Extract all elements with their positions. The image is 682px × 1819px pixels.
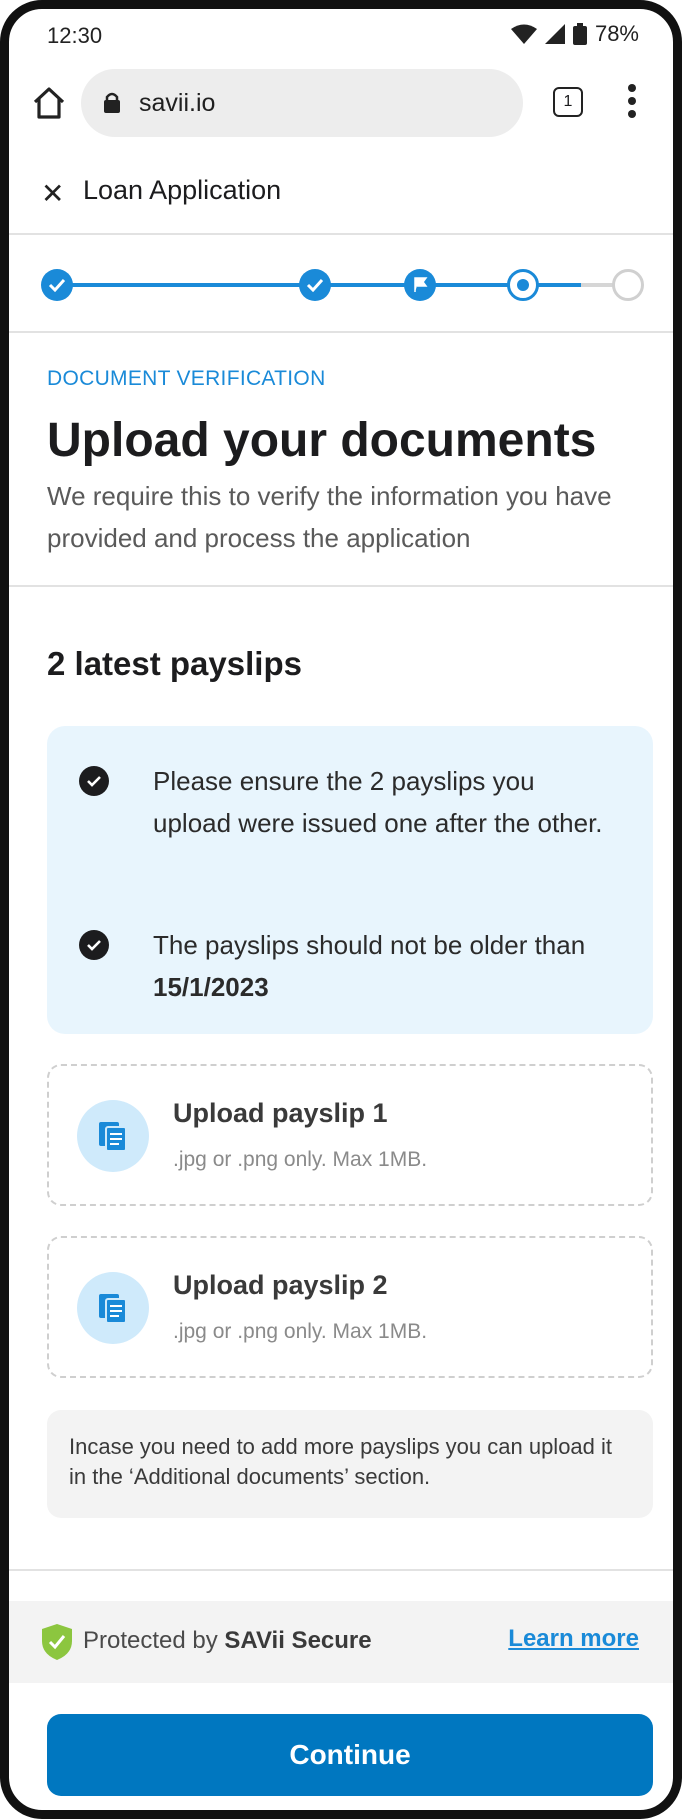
step-4-current bbox=[507, 269, 539, 301]
shield-check-icon bbox=[42, 1624, 72, 1660]
intro-section: DOCUMENT VERIFICATION Upload your docume… bbox=[9, 335, 673, 587]
upload-label: Upload payslip 1 bbox=[173, 1098, 388, 1128]
phone-frame: 12:30 78% savii.io 1 ✕ Loan Application bbox=[0, 0, 682, 1819]
payslip-requirements: Please ensure the 2 payslips you upload … bbox=[47, 726, 653, 1034]
flag-icon bbox=[414, 277, 428, 292]
secure-brand: SAVii Secure bbox=[224, 1627, 372, 1654]
status-time: 12:30 bbox=[47, 23, 103, 48]
browser-toolbar: savii.io 1 bbox=[9, 65, 673, 143]
step-3-flag bbox=[404, 269, 436, 301]
page-title: Loan Application bbox=[83, 175, 282, 205]
step-5-pending bbox=[612, 269, 644, 301]
battery-icon bbox=[572, 23, 587, 45]
secure-text: Protected by SAVii Secure bbox=[83, 1627, 372, 1655]
app-header: ✕ Loan Application bbox=[9, 157, 673, 235]
requirement-date: 15/1/2023 bbox=[153, 972, 269, 1002]
continue-button[interactable]: Continue bbox=[47, 1714, 653, 1796]
secure-banner: Protected by SAVii Secure Learn more bbox=[9, 1601, 673, 1683]
page-heading: Upload your documents bbox=[47, 414, 597, 467]
upload-hint: .jpg or .png only. Max 1MB. bbox=[173, 1148, 428, 1171]
check-icon bbox=[306, 278, 324, 292]
requirement-text-prefix: The payslips should not be older than bbox=[153, 930, 586, 960]
more-menu-icon[interactable] bbox=[627, 83, 637, 119]
check-icon bbox=[48, 278, 66, 292]
wifi-icon bbox=[510, 24, 537, 44]
upload-payslip-2[interactable]: Upload payslip 2 .jpg or .png only. Max … bbox=[47, 1236, 653, 1378]
upload-payslip-1[interactable]: Upload payslip 1 .jpg or .png only. Max … bbox=[47, 1064, 653, 1206]
close-icon[interactable]: ✕ bbox=[41, 177, 64, 210]
check-circle-icon bbox=[79, 930, 109, 960]
status-bar: 12:30 78% bbox=[9, 9, 673, 65]
requirement-item: The payslips should not be older than 15… bbox=[79, 924, 609, 1008]
additional-docs-note: Incase you need to add more payslips you… bbox=[47, 1410, 653, 1518]
section-eyebrow: DOCUMENT VERIFICATION bbox=[47, 367, 326, 390]
step-2-complete bbox=[299, 269, 331, 301]
document-icon bbox=[77, 1100, 149, 1172]
page-subtitle: We require this to verify the informatio… bbox=[47, 481, 612, 553]
requirement-text: Please ensure the 2 payslips you upload … bbox=[153, 766, 603, 838]
upload-label: Upload payslip 2 bbox=[173, 1270, 388, 1300]
divider bbox=[9, 1569, 673, 1571]
step-1-complete bbox=[41, 269, 73, 301]
payslips-title: 2 latest payslips bbox=[47, 645, 302, 682]
url-text: savii.io bbox=[139, 89, 216, 117]
learn-more-link[interactable]: Learn more bbox=[508, 1625, 639, 1653]
requirement-text: The payslips should not be older than 15… bbox=[153, 924, 609, 1008]
tab-switcher-button[interactable]: 1 bbox=[553, 87, 583, 117]
check-circle-icon bbox=[79, 766, 109, 796]
home-icon[interactable] bbox=[29, 83, 69, 123]
lock-icon bbox=[104, 92, 120, 113]
progress-stepper bbox=[9, 237, 673, 333]
secure-prefix: Protected by bbox=[83, 1627, 225, 1654]
upload-hint: .jpg or .png only. Max 1MB. bbox=[173, 1320, 428, 1343]
address-bar[interactable]: savii.io bbox=[81, 69, 523, 137]
signal-icon bbox=[544, 24, 565, 44]
requirement-item: Please ensure the 2 payslips you upload … bbox=[79, 760, 609, 844]
battery-percent: 78% bbox=[594, 21, 639, 46]
document-icon bbox=[77, 1272, 149, 1344]
